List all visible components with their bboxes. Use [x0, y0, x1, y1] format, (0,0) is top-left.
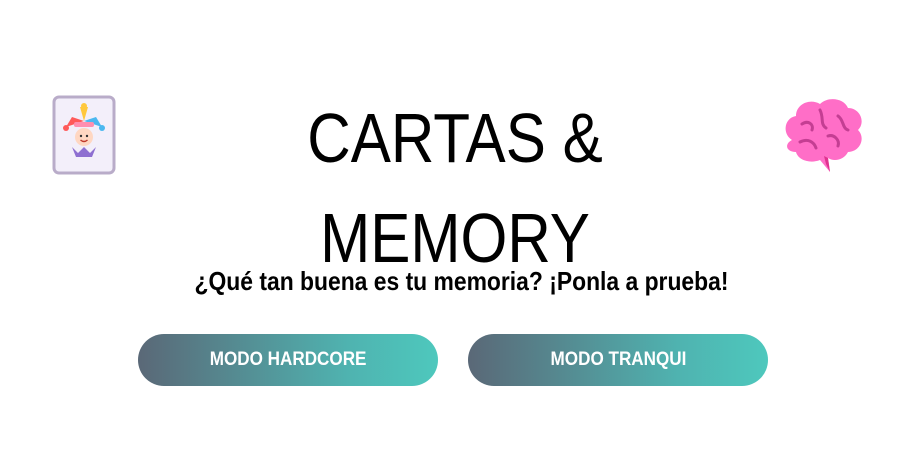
page-title: CARTAS & MEMORY: [307, 99, 603, 277]
title-row: CARTAS & MEMORY: [0, 88, 923, 277]
hardcore-mode-button[interactable]: MODO HARDCORE: [138, 334, 438, 386]
tranqui-mode-button[interactable]: MODO TRANQUI: [468, 334, 768, 386]
tranqui-mode-label: MODO TRANQUI: [550, 349, 686, 370]
hardcore-mode-label: MODO HARDCORE: [209, 349, 367, 370]
joker-card-icon: [52, 95, 116, 175]
subtitle: ¿Qué tan buena es tu memoria? ¡Ponla a p…: [194, 266, 729, 296]
brain-icon: [785, 99, 862, 172]
